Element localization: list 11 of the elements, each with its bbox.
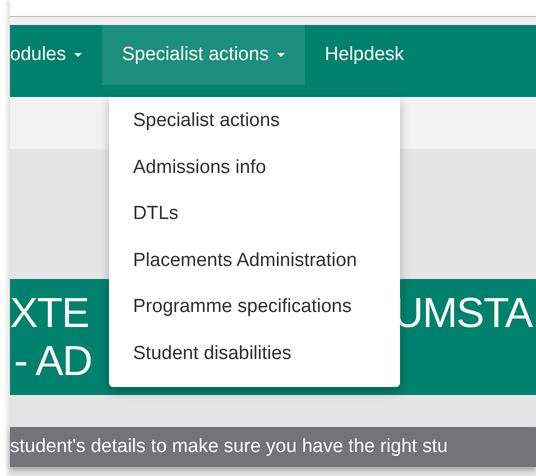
notice-text: student's details to make sure you have the right stu xyxy=(10,436,448,458)
page-heading-fragment: XTE xyxy=(10,289,89,337)
nav-item[interactable]: odules xyxy=(10,25,102,85)
nav-item[interactable]: Helpdesk xyxy=(304,25,424,85)
menu-item[interactable]: DTLs xyxy=(109,191,400,238)
menu-item[interactable]: Programme specifications xyxy=(109,284,400,330)
page-heading-fragment: - AD xyxy=(14,337,92,385)
menu-item[interactable]: Placements Administration xyxy=(109,238,400,284)
menu-item[interactable]: Admissions info xyxy=(109,144,400,191)
nav-item[interactable]: Specialist actions xyxy=(102,25,305,85)
menu-item[interactable]: Student disabilities xyxy=(109,330,400,377)
